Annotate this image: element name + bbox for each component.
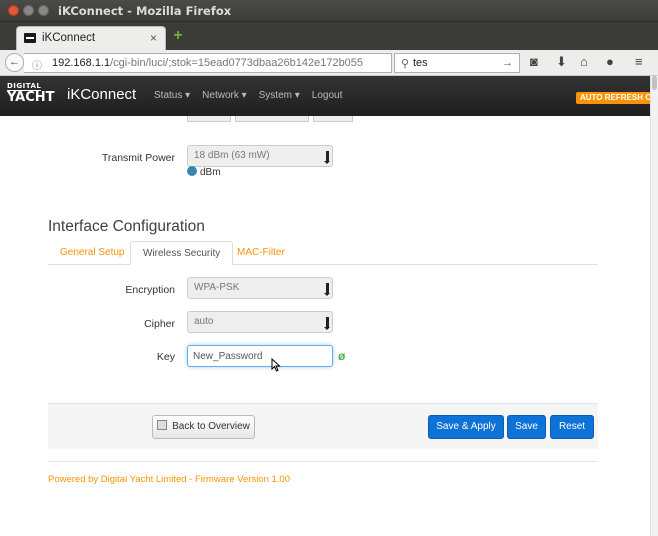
window-title: iKConnect - Mozilla Firefox	[58, 4, 232, 18]
window-controls	[8, 5, 49, 16]
select-arrow-icon	[324, 317, 330, 330]
cipher-select[interactable]: auto	[187, 311, 333, 333]
minimize-window-button[interactable]	[23, 5, 34, 16]
browser-tab-label: iKConnect	[42, 32, 96, 44]
menu-logout[interactable]: Logout	[312, 90, 343, 101]
mouse-cursor-icon	[271, 358, 281, 372]
chat-icon[interactable]: ●	[606, 55, 614, 69]
tab-general-setup[interactable]: General Setup	[48, 241, 137, 265]
encryption-label: Encryption	[125, 284, 175, 296]
close-tab-icon[interactable]: ×	[150, 31, 157, 45]
page-content: DIGITAL YACHT iKConnect Status ▾ Network…	[0, 76, 650, 536]
favicon-icon	[24, 33, 36, 43]
select-arrow-icon	[324, 283, 330, 296]
tab-wireless-security[interactable]: Wireless Security	[130, 241, 234, 265]
new-tab-icon[interactable]: +	[171, 28, 185, 44]
cipher-label: Cipher	[144, 318, 175, 330]
window-titlebar: iKConnect - Mozilla Firefox	[0, 0, 658, 22]
hamburger-menu-icon[interactable]: ≡	[635, 55, 643, 69]
form-actions: Back to Overview Save & Apply Save Reset	[48, 403, 598, 449]
info-icon[interactable]: ⓘ	[32, 57, 42, 72]
transmit-power-label: Transmit Power	[101, 152, 175, 164]
browser-tab[interactable]: iKConnect ×	[16, 26, 166, 50]
section-title: Interface Configuration	[48, 218, 205, 235]
search-go-arrow-icon[interactable]: →	[502, 57, 513, 69]
browser-tab-strip: iKConnect × +	[0, 22, 658, 50]
url-path: /cgi-bin/luci/;stok=15ead0773dbaa26b142e…	[110, 57, 364, 69]
transmit-power-hint: dBm	[187, 166, 221, 178]
search-icon: ⚲	[401, 58, 410, 70]
scrollbar-thumb[interactable]	[652, 76, 657, 90]
search-input[interactable]: ⚲ tes →	[394, 53, 520, 73]
main-menu: Status ▾ Network ▾ System ▾ Logout	[154, 90, 342, 101]
page-scrollbar[interactable]	[650, 76, 658, 536]
cut-select-1	[187, 116, 231, 122]
url-host: 192.168.1.1	[52, 57, 111, 69]
back-arrow-icon[interactable]: ←	[5, 53, 24, 72]
tab-mac-filter[interactable]: MAC-Filter	[225, 241, 297, 265]
transmit-power-select[interactable]: 18 dBm (63 mW)	[187, 145, 333, 167]
digital-yacht-logo[interactable]: DIGITAL YACHT	[7, 82, 55, 108]
save-button[interactable]: Save	[507, 415, 546, 439]
encryption-select[interactable]: WPA-PSK	[187, 277, 333, 299]
app-brand[interactable]: iKConnect	[67, 86, 136, 103]
back-to-overview-label: Back to Overview	[172, 421, 250, 432]
close-window-button[interactable]	[8, 5, 19, 16]
menu-status[interactable]: Status ▾	[154, 90, 190, 101]
select-arrow-icon	[324, 151, 330, 164]
transmit-power-value: 18 dBm (63 mW)	[194, 150, 270, 161]
key-field[interactable]	[187, 345, 333, 367]
reveal-password-icon[interactable]: ø	[338, 349, 345, 363]
key-label: Key	[156, 351, 175, 363]
reset-button[interactable]: Reset	[550, 415, 594, 439]
menu-system[interactable]: System ▾	[259, 90, 300, 101]
pocket-icon[interactable]: ◙	[530, 55, 538, 69]
cut-select-3	[313, 116, 353, 122]
back-to-overview-button[interactable]: Back to Overview	[152, 415, 255, 439]
download-icon[interactable]: ⬇	[556, 55, 567, 69]
info-icon	[187, 166, 197, 176]
back-icon	[157, 420, 168, 430]
search-text: tes	[413, 57, 428, 69]
app-header: DIGITAL YACHT iKConnect Status ▾ Network…	[0, 76, 650, 116]
footer-text[interactable]: Powered by Digital Yacht Limited - Firmw…	[48, 474, 290, 485]
encryption-value: WPA-PSK	[194, 282, 240, 293]
auto-refresh-badge[interactable]: AUTO REFRESH ON	[576, 92, 650, 104]
url-bar[interactable]: ⓘ 192.168.1.1/cgi-bin/luci/;stok=15ead07…	[24, 53, 413, 73]
home-icon[interactable]: ⌂	[580, 55, 588, 69]
footer-divider	[48, 461, 598, 462]
logo-bottom-text: YACHT	[7, 90, 55, 105]
save-apply-button[interactable]: Save & Apply	[428, 415, 504, 439]
cipher-value: auto	[194, 316, 214, 327]
config-tabs: General Setup Wireless Security MAC-Filt…	[48, 241, 598, 265]
cut-select-2	[235, 116, 309, 122]
browser-navbar: ← ⓘ 192.168.1.1/cgi-bin/luci/;stok=15ead…	[0, 50, 658, 76]
hint-text: dBm	[200, 167, 221, 178]
menu-network[interactable]: Network ▾	[202, 90, 246, 101]
url-text: 192.168.1.1/cgi-bin/luci/;stok=15ead0773…	[52, 57, 374, 69]
key-input[interactable]	[188, 346, 328, 366]
maximize-window-button[interactable]	[38, 5, 49, 16]
